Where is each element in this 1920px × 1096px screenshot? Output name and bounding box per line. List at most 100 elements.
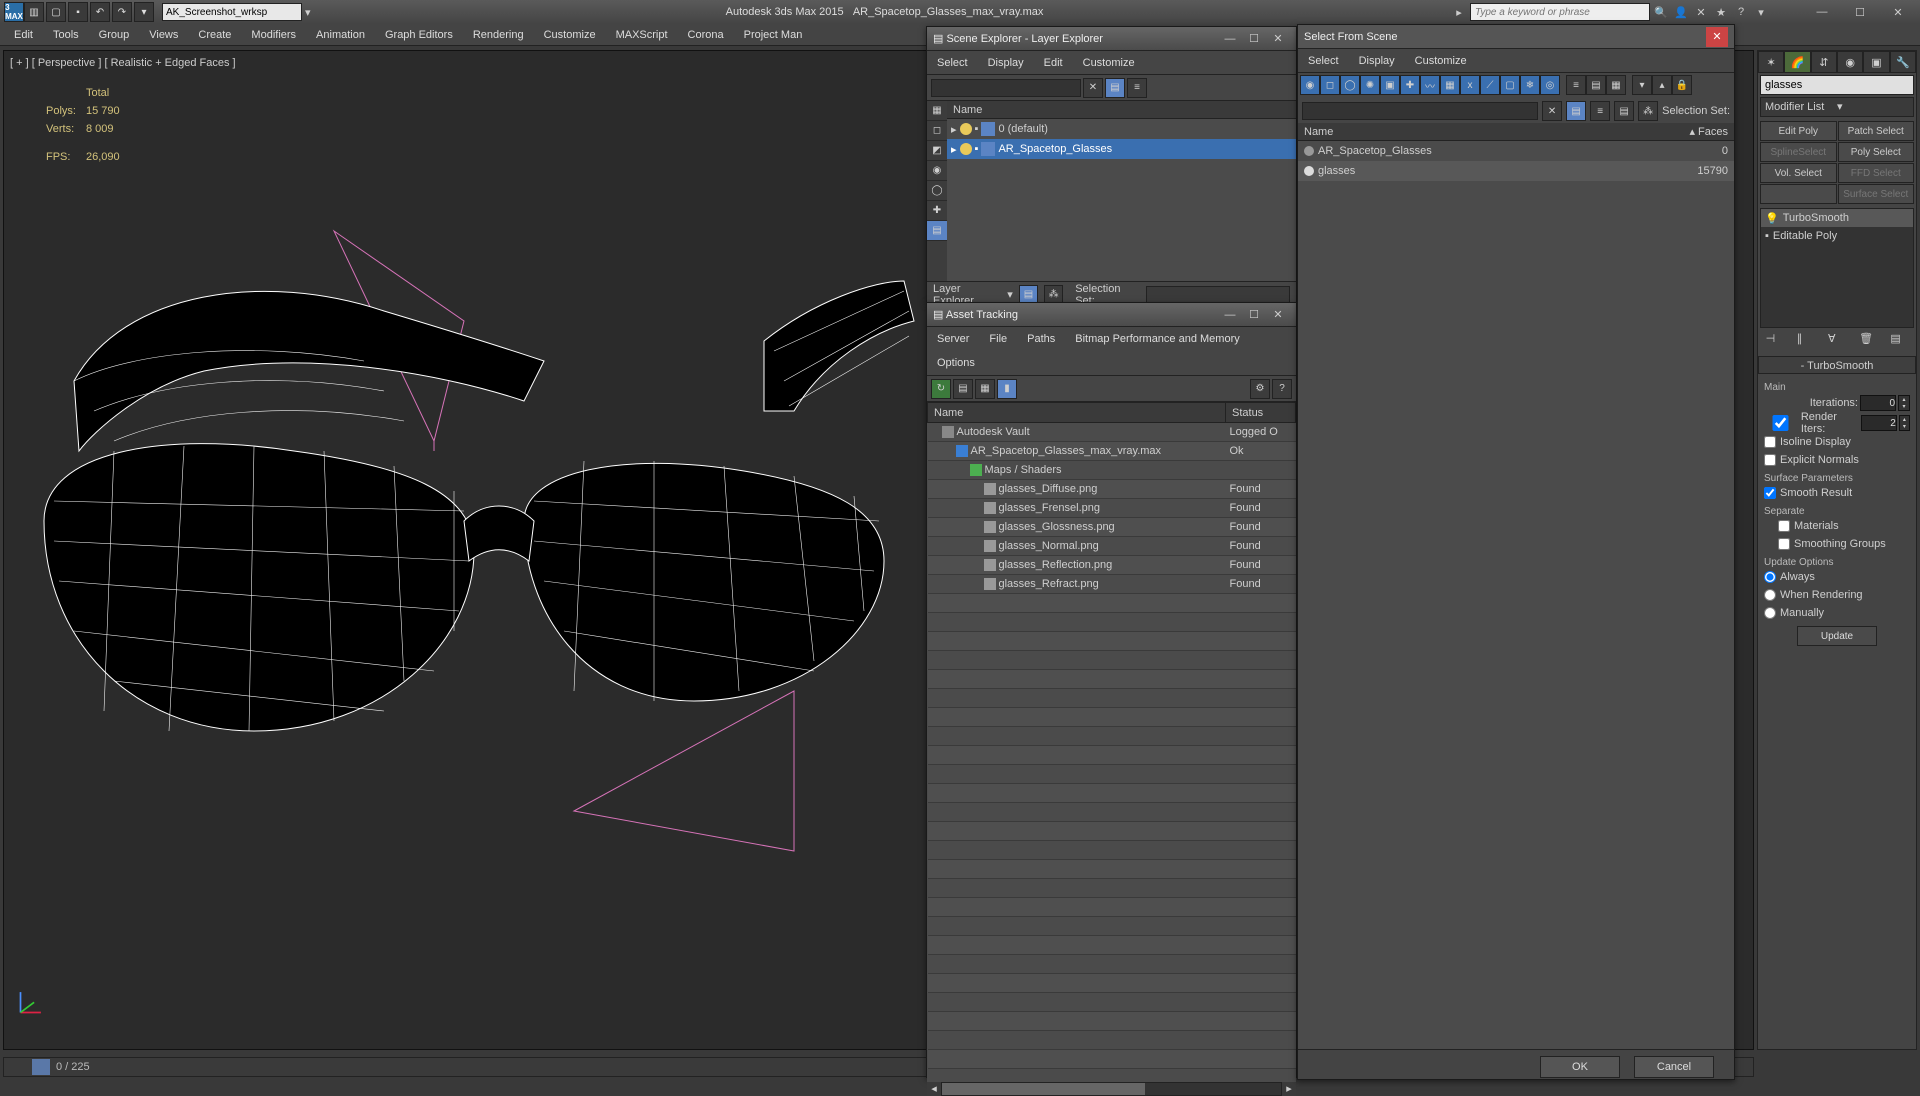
workspace-input[interactable] [162,3,302,21]
update-always-radio[interactable]: Always [1764,568,1910,586]
object-name-input[interactable]: glasses [1760,75,1914,95]
open-icon[interactable]: ▢ [46,2,66,22]
modifier-stack[interactable]: 💡TurboSmooth ▪Editable Poly [1760,208,1914,328]
close-button[interactable]: ✕ [1706,27,1728,47]
time-slider-handle[interactable] [32,1059,50,1075]
config-icon[interactable]: ▤ [1890,332,1908,350]
maximize-button[interactable]: ☐ [1242,29,1266,49]
h-scrollbar[interactable]: ◂ ▸ [927,1082,1296,1096]
layer-tree[interactable]: Name ▸▪ 0 (default) ▸▪ AR_Spacetop_Glass… [947,101,1296,281]
display-all-icon[interactable]: ▦ [927,101,947,121]
table-row[interactable] [928,822,1296,841]
layer-icon[interactable]: ▤ [1614,101,1634,121]
object-list[interactable]: Name ▴ Faces AR_Spacetop_Glasses 0 glass… [1298,123,1734,1049]
menu-animation[interactable]: Animation [306,24,375,45]
clear-icon[interactable]: ✕ [1542,101,1562,121]
lock-icon[interactable]: 🔒 [1672,75,1692,95]
display-helpers-icon[interactable]: ✚ [927,201,947,221]
app-icon[interactable]: 3MAX [4,2,24,22]
table-row[interactable] [928,613,1296,632]
filter-xrefs-icon[interactable]: x [1460,75,1480,95]
favorites-icon[interactable]: ★ [1712,3,1730,21]
scrollbar-thumb[interactable] [942,1083,1145,1095]
minimize-button[interactable]: — [1804,2,1840,22]
asset-table[interactable]: NameStatus Autodesk VaultLogged OAR_Spac… [927,402,1296,1082]
materials-check[interactable]: Materials [1764,517,1910,535]
display-none-icon[interactable]: ◻ [927,121,947,141]
filter-icon[interactable]: ≡ [1590,101,1610,121]
tab-create[interactable]: ✶ [1758,51,1784,73]
render-iters-check[interactable]: Render Iters: [1764,414,1859,432]
redo-icon[interactable]: ↷ [112,2,132,22]
menu-modifiers[interactable]: Modifiers [241,24,306,45]
remove-mod-icon[interactable]: 🗑 [1859,332,1877,350]
spinner-icon[interactable]: ▴▾ [1898,395,1910,411]
filter-hidden-icon[interactable]: ◎ [1540,75,1560,95]
display-shapes-icon[interactable]: ◯ [927,181,947,201]
filter-lights-icon[interactable]: ✺ [1360,75,1380,95]
menu-select[interactable]: Select [1298,49,1349,72]
update-button[interactable]: Update [1797,626,1877,646]
view-icon[interactable]: ▤ [1566,101,1586,121]
table-row[interactable] [928,594,1296,613]
col-faces[interactable]: ▴ Faces [1674,123,1734,140]
table-row[interactable] [928,1031,1296,1050]
view-mode-icon[interactable]: ▤ [1105,78,1125,98]
close-button[interactable]: ✕ [1266,305,1290,325]
selection-set-input[interactable] [1146,286,1290,304]
table-view-icon[interactable]: ▦ [975,379,995,399]
workspace-selector[interactable]: ▾ [162,3,319,21]
maximize-button[interactable]: ☐ [1842,2,1878,22]
table-row[interactable]: glasses_Reflection.pngFound [928,556,1296,575]
minimize-button[interactable]: — [1218,29,1242,49]
table-row[interactable] [928,898,1296,917]
tab-utilities[interactable]: 🔧 [1890,51,1916,73]
filter-icon[interactable]: ≡ [1127,78,1147,98]
search-input[interactable] [1470,3,1650,21]
rollout-turbosmooth[interactable]: - TurboSmooth [1758,356,1916,374]
expand-icon[interactable]: ▪ [1765,230,1769,242]
col-name[interactable]: Name [1298,123,1674,140]
pin-stack-icon[interactable]: ⊣ [1766,332,1784,350]
table-row[interactable]: glasses_Frensel.pngFound [928,499,1296,518]
display-layers-icon[interactable]: ▤ [927,221,947,241]
menu-views[interactable]: Views [139,24,188,45]
table-row[interactable] [928,670,1296,689]
cancel-button[interactable]: Cancel [1634,1056,1714,1078]
table-row[interactable] [928,784,1296,803]
signin-icon[interactable]: 👤 [1672,3,1690,21]
btn-volselect[interactable]: Vol. Select [1760,163,1837,183]
table-row[interactable] [928,955,1296,974]
menu-create[interactable]: Create [188,24,241,45]
table-row[interactable]: glasses_Refract.pngFound [928,575,1296,594]
col-name[interactable]: Name [928,403,1226,423]
list-row[interactable]: glasses 15790 [1298,161,1734,181]
table-row[interactable] [928,860,1296,879]
show-end-icon[interactable]: ∥ [1797,332,1815,350]
list-row[interactable]: AR_Spacetop_Glasses 0 [1298,141,1734,161]
filter-helpers-icon[interactable]: ✚ [1400,75,1420,95]
filter-cameras-icon[interactable]: ▣ [1380,75,1400,95]
menu-customize[interactable]: Customize [1073,51,1145,74]
menu-edit[interactable]: Edit [4,24,43,45]
table-row[interactable] [928,936,1296,955]
table-row[interactable] [928,727,1296,746]
expand-icon[interactable]: ▾ [1632,75,1652,95]
menu-file[interactable]: File [979,327,1017,351]
tab-display[interactable]: ▣ [1863,51,1889,73]
menu-corona[interactable]: Corona [678,24,734,45]
refresh-icon[interactable]: ↻ [931,379,951,399]
menu-display[interactable]: Display [1349,49,1405,72]
table-row[interactable] [928,765,1296,784]
table-row[interactable]: Maps / Shaders [928,461,1296,480]
table-row[interactable]: AR_Spacetop_Glasses_max_vray.maxOk [928,442,1296,461]
table-row[interactable] [928,841,1296,860]
new-icon[interactable]: ▥ [24,2,44,22]
view-flat-icon[interactable]: ≡ [1566,75,1586,95]
ok-button[interactable]: OK [1540,1056,1620,1078]
table-row[interactable]: glasses_Diffuse.pngFound [928,480,1296,499]
tab-modify[interactable]: 🌈 [1784,51,1810,73]
table-row[interactable] [928,651,1296,670]
col-name[interactable]: Name [947,101,1296,119]
filter-groups-icon[interactable]: ▦ [1440,75,1460,95]
